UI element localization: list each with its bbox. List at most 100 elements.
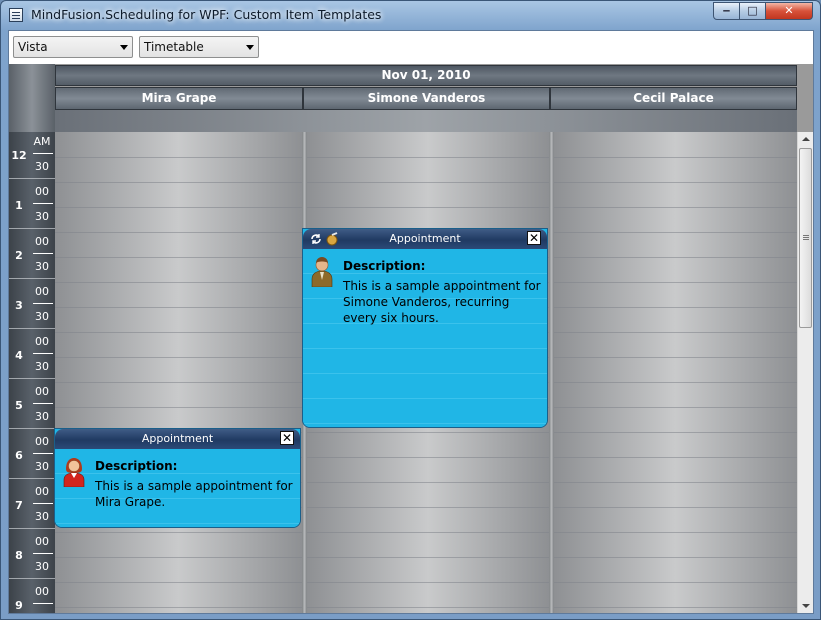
- minimize-button[interactable]: ‒: [713, 2, 740, 20]
- time-slot-line: [307, 432, 549, 433]
- tick: [33, 403, 53, 404]
- minute-label: 30: [35, 510, 49, 523]
- grip-icon: [803, 235, 809, 236]
- hour-line: [9, 328, 55, 329]
- time-slot-line: [307, 207, 549, 208]
- tick: [33, 303, 53, 304]
- window-title: MindFusion.Scheduling for WPF: Custom It…: [31, 7, 382, 22]
- resource-header-cecil-palace[interactable]: Cecil Palace: [550, 87, 797, 110]
- hour-line: [9, 528, 55, 529]
- resource-header-simone-vanderos[interactable]: Simone Vanderos: [303, 87, 550, 110]
- time-slot-line: [554, 532, 797, 533]
- ampm-label: AM: [33, 135, 51, 148]
- hour-line: [9, 228, 55, 229]
- time-slot-line: [55, 532, 302, 533]
- female-user-icon: [63, 458, 85, 487]
- minute-label: 00: [35, 535, 49, 548]
- view-combo-value: Timetable: [144, 40, 204, 54]
- time-slot-line: [55, 182, 302, 183]
- minute-label: 00: [35, 385, 49, 398]
- app-icon: [9, 8, 23, 22]
- appointment-close-button[interactable]: ✕: [280, 431, 294, 445]
- appointment-header[interactable]: Appointment ✕: [303, 229, 547, 249]
- time-slot-line: [554, 457, 797, 458]
- time-slot-line: [554, 582, 797, 583]
- time-slot-line: [554, 607, 797, 608]
- time-slot-line: [307, 532, 549, 533]
- minute-label: 00: [35, 235, 49, 248]
- appointment-body: [303, 249, 547, 427]
- scroll-down-icon[interactable]: [802, 604, 810, 608]
- hour-label: 5: [15, 399, 23, 412]
- time-slot-line: [554, 182, 797, 183]
- hour-label: 3: [15, 299, 23, 312]
- minute-label: 00: [35, 185, 49, 198]
- tick: [33, 153, 53, 154]
- time-slot-line: [554, 207, 797, 208]
- hour-label: 4: [15, 349, 23, 362]
- time-slot-line: [55, 357, 302, 358]
- theme-combo[interactable]: Vista: [13, 36, 133, 58]
- tick: [33, 253, 53, 254]
- time-slot-line: [554, 357, 797, 358]
- time-slot-line: [554, 157, 797, 158]
- hour-label: 9: [15, 599, 23, 612]
- tick: [33, 203, 53, 204]
- time-slot-line: [55, 557, 302, 558]
- close-button[interactable]: ✕: [765, 2, 813, 20]
- vertical-scrollbar[interactable]: [797, 132, 813, 613]
- tick: [33, 603, 53, 604]
- minute-label: 00: [35, 585, 49, 598]
- time-slot-line: [554, 407, 797, 408]
- minute-label: 30: [35, 310, 49, 323]
- time-slot-line: [55, 257, 302, 258]
- appointment-card-mira[interactable]: Appointment ✕ Description: This is a sam…: [54, 428, 301, 528]
- title-bar[interactable]: MindFusion.Scheduling for WPF: Custom It…: [1, 1, 820, 30]
- hour-line: [9, 428, 55, 429]
- hour-label: 2: [15, 249, 23, 262]
- time-slot-line: [307, 157, 549, 158]
- time-slot-line: [55, 332, 302, 333]
- header-corner: [9, 64, 55, 132]
- minute-label: 00: [35, 335, 49, 348]
- appointment-header-title: Appointment: [141, 432, 214, 445]
- time-slot-line: [307, 557, 549, 558]
- appointment-description-label: Description:: [95, 459, 178, 473]
- resource-header-mira-grape[interactable]: Mira Grape: [55, 87, 303, 110]
- maximize-button[interactable]: □: [739, 2, 766, 20]
- scroll-up-icon[interactable]: [802, 137, 810, 141]
- time-slot-line: [554, 557, 797, 558]
- calendar: Nov 01, 2010 Mira Grape Simone Vanderos …: [9, 64, 813, 613]
- time-slot-line: [55, 157, 302, 158]
- chevron-down-icon: [246, 45, 254, 50]
- resource-column-cecil-palace[interactable]: [554, 132, 797, 613]
- minute-label: 30: [35, 460, 49, 473]
- tick: [33, 453, 53, 454]
- minute-label: 30: [35, 160, 49, 173]
- minute-label: 00: [35, 285, 49, 298]
- hour-line: [9, 278, 55, 279]
- time-slot-line: [307, 507, 549, 508]
- hour-label: 6: [15, 449, 23, 462]
- hour-line: [9, 578, 55, 579]
- time-slot-line: [554, 332, 797, 333]
- minute-label: 00: [35, 485, 49, 498]
- time-slot-line: [55, 232, 302, 233]
- minute-label: 30: [35, 260, 49, 273]
- view-combo[interactable]: Timetable: [139, 36, 259, 58]
- time-slot-line: [55, 282, 302, 283]
- minute-label: 30: [35, 360, 49, 373]
- time-slot-line: [554, 432, 797, 433]
- all-day-band[interactable]: [55, 110, 797, 132]
- hour-label: 1: [15, 199, 23, 212]
- appointment-card-simone[interactable]: Appointment ✕ Description: This is a sam…: [302, 228, 548, 428]
- appointment-close-button[interactable]: ✕: [527, 231, 541, 245]
- appointment-header[interactable]: Appointment ✕: [55, 429, 300, 449]
- time-slot-line: [55, 407, 302, 408]
- time-slot-line: [554, 257, 797, 258]
- appointment-description: This is a sample appointment for Mira Gr…: [95, 479, 293, 509]
- resource-column-mira-grape[interactable]: [55, 132, 302, 613]
- hour-line: [9, 378, 55, 379]
- scroll-thumb[interactable]: [799, 148, 812, 328]
- client-area: Vista Timetable Nov 01, 2010 Mira Grape …: [8, 30, 814, 614]
